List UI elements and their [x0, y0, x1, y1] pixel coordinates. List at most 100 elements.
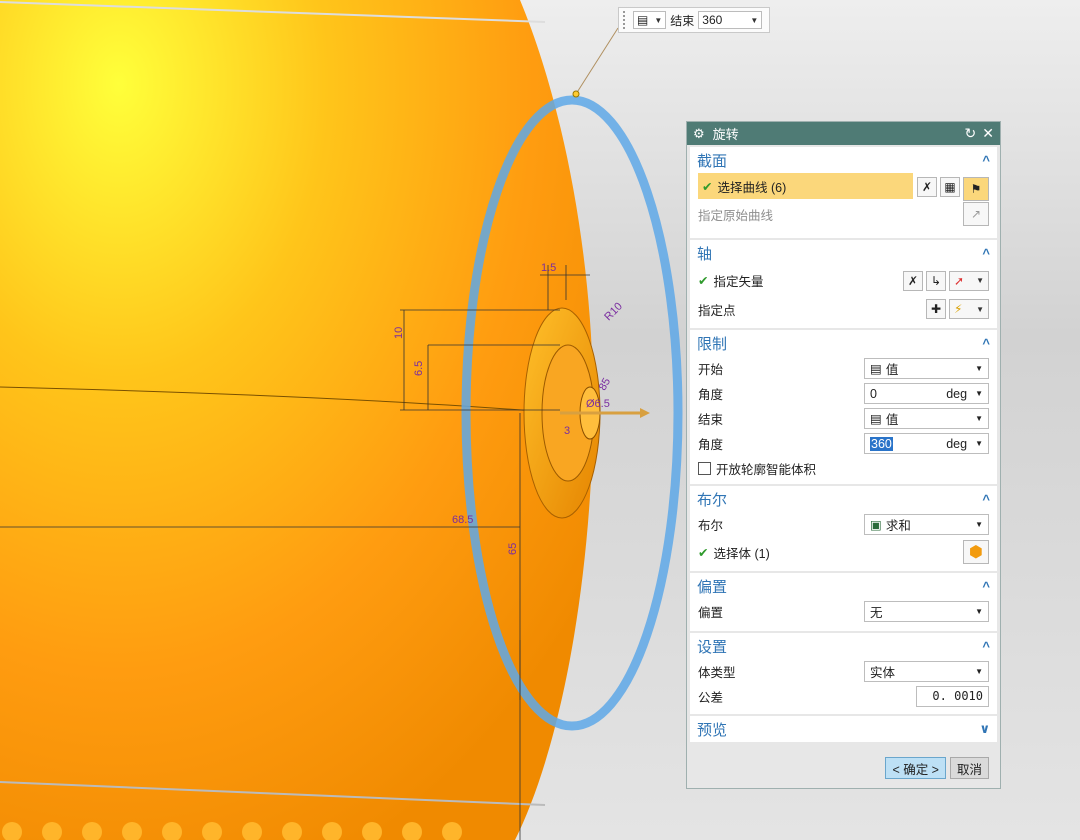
point-type-dropdown[interactable]: ⚡ ▼ — [949, 299, 989, 319]
point-dialog-icon[interactable]: ✚ — [926, 299, 946, 319]
axis-arrowhead — [640, 408, 650, 418]
offset-label: 偏置 — [698, 606, 724, 620]
dialog-title: 旋转 — [712, 127, 739, 142]
check-icon: ✔ — [698, 274, 709, 288]
solid-body-icon[interactable]: ⬢ — [963, 540, 989, 564]
vector-dialog-icon[interactable]: ↳ — [926, 270, 946, 291]
end-row: 结束 ▤ 值 ▼ — [690, 406, 997, 431]
chevron-down-icon[interactable]: ∨ — [979, 721, 990, 737]
boolean-title: 布尔 — [697, 491, 728, 509]
chevron-down-icon: ▼ — [975, 667, 983, 676]
body-surface[interactable] — [0, 0, 594, 840]
end-angle-value: 360 — [702, 13, 723, 27]
preview-title: 预览 — [697, 721, 728, 739]
original-curve-label: 指定原始曲线 — [698, 208, 774, 223]
sketch-section-icon[interactable]: ▦ — [940, 177, 960, 197]
chevron-up-icon[interactable]: ^ — [982, 246, 990, 261]
body-type-select[interactable]: 实体 ▼ — [864, 661, 989, 682]
vector-icon: ➚ — [954, 273, 965, 288]
chevron-down-icon: ▼ — [975, 439, 983, 448]
section-group: 截面 ^ ✔ 选择曲线 (6) ✗ ▦ ⚑ 指定原始曲线 ↗ — [690, 147, 997, 238]
open-profile-row[interactable]: 开放轮廓智能体积 — [690, 456, 997, 481]
tolerance-label: 公差 — [698, 691, 724, 705]
close-icon[interactable]: ✕ — [982, 125, 994, 142]
settings-group: 设置 ^ 体类型 实体 ▼ 公差 0. 0010 — [690, 633, 997, 714]
reset-icon[interactable]: ↻ — [965, 125, 977, 142]
end-label: 结束 — [698, 413, 724, 427]
dialog-title-bar[interactable]: ⚙ 旋转 ↻ ✕ — [687, 122, 1000, 145]
dim-6-5: 6.5 — [413, 361, 425, 376]
flag-curve-icon[interactable]: ⚑ — [963, 177, 989, 201]
specify-vector-row[interactable]: ✔ 指定矢量 ✗ ↳ ➚ ▼ — [690, 266, 997, 295]
leader-handle[interactable] — [572, 90, 580, 98]
vector-type-dropdown[interactable]: ➚ ▼ — [949, 270, 989, 291]
curve-pick-icon[interactable]: ↗ — [963, 202, 989, 226]
start-label: 开始 — [698, 363, 724, 377]
start-row: 开始 ▤ 值 ▼ — [690, 356, 997, 381]
grip-handle[interactable] — [623, 11, 629, 29]
chevron-up-icon[interactable]: ^ — [982, 336, 990, 351]
leader-line — [575, 27, 619, 95]
curve-rule-icon[interactable]: ✗ — [917, 177, 937, 197]
preview-group: 预览 ∨ — [690, 716, 997, 742]
chevron-up-icon[interactable]: ^ — [982, 639, 990, 654]
limits-header[interactable]: 限制 ^ — [690, 330, 997, 356]
dialog-footer: < 确定 > 取消 — [687, 748, 1000, 788]
offset-header[interactable]: 偏置 ^ — [690, 573, 997, 599]
axis-header[interactable]: 轴 ^ — [690, 240, 997, 266]
offset-select[interactable]: 无 ▼ — [864, 601, 989, 622]
select-curve-row[interactable]: ✔ 选择曲线 (6) — [698, 173, 913, 199]
end-angle-value: 360 — [870, 436, 893, 451]
point-inference-icon: ⚡ — [954, 302, 963, 316]
start-type-select[interactable]: ▤ 值 ▼ — [864, 358, 989, 379]
specify-point-row[interactable]: 指定点 ✚ ⚡ ▼ — [690, 295, 997, 323]
open-profile-checkbox[interactable] — [698, 462, 711, 475]
boolean-header[interactable]: 布尔 ^ — [690, 486, 997, 512]
chevron-down-icon: ▼ — [976, 276, 984, 285]
end-angle-label: 角度 — [698, 438, 724, 452]
tolerance-input[interactable]: 0. 0010 — [916, 686, 989, 707]
chevron-up-icon[interactable]: ^ — [982, 492, 990, 507]
ok-button[interactable]: < 确定 > — [885, 757, 946, 779]
body-type-label: 体类型 — [698, 666, 736, 680]
revolve-dialog: ⚙ 旋转 ↻ ✕ 截面 ^ ✔ 选择曲线 (6) ✗ ▦ ⚑ 指定原始曲线 ↗ … — [686, 121, 1001, 789]
select-body-row[interactable]: ✔ 选择体 (1) ⬢ — [690, 537, 997, 567]
boolean-select[interactable]: ▣ 求和 ▼ — [864, 514, 989, 535]
limits-title: 限制 — [697, 335, 728, 353]
chevron-up-icon[interactable]: ^ — [982, 153, 990, 168]
value-type-icon: ▤ — [637, 13, 649, 27]
reverse-direction-icon[interactable]: ✗ — [903, 270, 923, 291]
end-angle-unit: deg — [946, 436, 968, 451]
start-type-value: 值 — [885, 363, 899, 377]
tolerance-row: 公差 0. 0010 — [690, 684, 997, 709]
offset-title: 偏置 — [697, 578, 728, 596]
cancel-button[interactable]: 取消 — [949, 757, 989, 779]
offset-group: 偏置 ^ 偏置 无 ▼ — [690, 573, 997, 631]
chevron-up-icon[interactable]: ^ — [982, 579, 990, 594]
value-type-dropdown[interactable]: ▤ ▼ — [633, 11, 667, 29]
body-type-value: 实体 — [870, 666, 896, 680]
chevron-down-icon: ▼ — [975, 520, 983, 529]
end-angle-input[interactable]: 360 deg ▼ — [864, 433, 989, 454]
dim-dia-6-5: Ø6.5 — [586, 398, 610, 410]
gear-icon[interactable]: ⚙ — [693, 126, 705, 142]
settings-header[interactable]: 设置 ^ — [690, 633, 997, 659]
axis-group: 轴 ^ ✔ 指定矢量 ✗ ↳ ➚ ▼ 指定点 ✚ ⚡ ▼ — [690, 240, 997, 328]
dim-3: 3 — [564, 425, 570, 437]
end-angle-row: 角度 360 deg ▼ — [690, 431, 997, 456]
section-title: 截面 — [697, 152, 728, 170]
preview-header[interactable]: 预览 ∨ — [690, 716, 997, 742]
original-curve-row[interactable]: 指定原始曲线 ↗ — [690, 199, 997, 229]
start-angle-unit: deg — [946, 386, 968, 401]
check-icon: ✔ — [702, 179, 713, 194]
end-angle-combo[interactable]: 360 ▼ — [698, 11, 763, 29]
start-angle-input[interactable]: 0 deg ▼ — [864, 383, 989, 404]
end-limit-mini-toolbar: ▤ ▼ 结束 360 ▼ — [618, 7, 770, 33]
section-header[interactable]: 截面 ^ — [690, 147, 997, 173]
end-label: 结束 — [670, 13, 695, 28]
dim-10: 10 — [393, 327, 405, 339]
offset-value: 无 — [870, 606, 883, 620]
end-type-select[interactable]: ▤ 值 ▼ — [864, 408, 989, 429]
value-type-icon: ▤ — [870, 412, 882, 426]
offset-row: 偏置 无 ▼ — [690, 599, 997, 624]
